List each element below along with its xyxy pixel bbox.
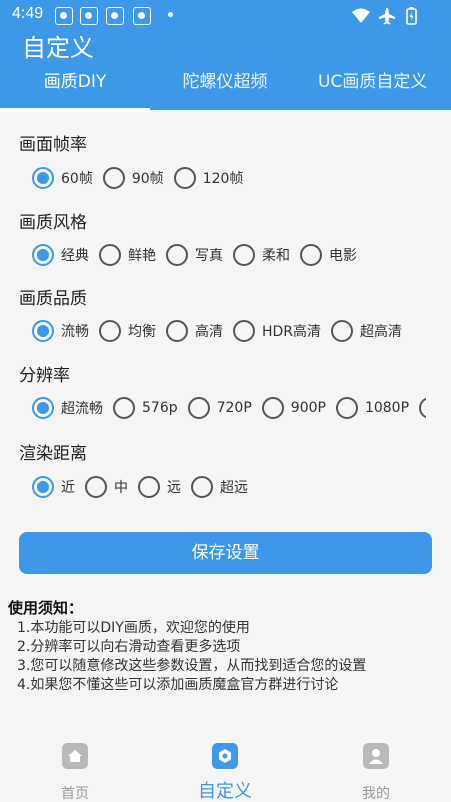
radio-option[interactable]: 中 — [85, 476, 128, 498]
note-line: 2.分辨率可以向右滑动查看更多选项 — [17, 639, 241, 655]
customize-icon — [212, 743, 238, 769]
charging-icon — [409, 12, 414, 22]
radio-option[interactable]: 超远 — [191, 476, 248, 498]
nav-item-home[interactable]: 首页 — [15, 743, 135, 802]
radio-button[interactable] — [32, 397, 54, 419]
nav-item-customize[interactable]: 自定义 — [165, 743, 285, 802]
nav-label-home: 首页 — [61, 786, 89, 802]
radio-option[interactable]: 高清 — [166, 320, 223, 342]
radio-button[interactable] — [335, 397, 358, 419]
radio-option[interactable]: 流畅 — [32, 320, 89, 342]
bottom-navigation: 首页 自定义 我的 — [0, 735, 451, 802]
notification-icon — [80, 7, 98, 25]
radio-button[interactable] — [166, 244, 188, 266]
radio-button[interactable] — [173, 167, 196, 189]
radio-button[interactable] — [99, 320, 121, 342]
radio-option[interactable]: 远 — [138, 476, 181, 498]
radio-button[interactable] — [331, 320, 354, 342]
radio-button[interactable] — [113, 397, 135, 419]
page-title: 自定义 — [22, 34, 94, 62]
radio-group-render-distance: 近 中 远 超远 — [32, 474, 432, 500]
radio-button[interactable] — [419, 397, 426, 419]
app-header: 4:49 自定义 画质DIY 陀螺仪超频 UC画质自定义 — [0, 0, 451, 112]
section-title-quality: 画质品质 — [19, 289, 87, 309]
radio-option[interactable]: 60帧 — [32, 167, 93, 189]
tab-gyroscope-overclock[interactable]: 陀螺仪超频 — [150, 62, 300, 110]
radio-button[interactable] — [300, 244, 322, 266]
note-line: 3.您可以随意修改这些参数设置，从而找到适合您的设置 — [17, 658, 367, 674]
usage-notes: 使用须知： 1.本功能可以DIY画质，欢迎您的使用 2.分辨率可以向右滑动查看更… — [8, 597, 448, 695]
radio-option[interactable]: HDR高清 — [233, 320, 321, 342]
radio-button[interactable] — [85, 476, 107, 498]
radio-button[interactable] — [32, 167, 54, 189]
tab-quality-diy[interactable]: 画质DIY — [0, 62, 150, 110]
radio-option[interactable] — [419, 397, 426, 419]
radio-button[interactable] — [138, 476, 160, 498]
profile-icon — [363, 743, 389, 769]
section-title-resolution: 分辨率 — [19, 366, 70, 386]
radio-option[interactable]: 鲜艳 — [99, 244, 156, 266]
status-bar: 4:49 — [0, 0, 451, 30]
save-settings-button[interactable]: 保存设置 — [19, 532, 432, 574]
section-title-frame-rate: 画面帧率 — [19, 135, 87, 155]
radio-button[interactable] — [99, 244, 121, 266]
section-title-render-distance: 渲染距离 — [19, 444, 87, 464]
radio-option[interactable]: 近 — [32, 476, 75, 498]
radio-group-resolution[interactable]: 超流畅 576p 720P 900P 1080P — [32, 395, 426, 421]
radio-option[interactable]: 720P — [187, 397, 252, 419]
radio-button[interactable] — [102, 167, 125, 189]
radio-option[interactable]: 均衡 — [99, 320, 156, 342]
radio-option[interactable]: 超流畅 — [32, 397, 103, 419]
note-line: 1.本功能可以DIY画质，欢迎您的使用 — [17, 620, 250, 636]
note-line: 4.如果您不懂这些可以添加画质魔盒官方群进行讨论 — [17, 677, 339, 693]
radio-button[interactable] — [261, 397, 284, 419]
notification-icon — [106, 7, 124, 25]
tab-uc-quality-custom[interactable]: UC画质自定义 — [318, 62, 451, 110]
radio-option[interactable]: 1080P — [335, 397, 409, 419]
tab-bar: 画质DIY 陀螺仪超频 UC画质自定义 — [0, 62, 451, 110]
nav-item-profile[interactable]: 我的 — [316, 743, 436, 802]
more-notifications-dot-icon — [168, 12, 173, 17]
radio-option[interactable]: 576p — [113, 397, 178, 419]
nav-label-profile: 我的 — [362, 786, 390, 802]
radio-option[interactable]: 900P — [261, 397, 326, 419]
radio-group-frame-rate: 60帧 90帧 120帧 — [32, 165, 432, 191]
radio-button[interactable] — [166, 320, 188, 342]
radio-button[interactable] — [233, 320, 255, 342]
status-time: 4:49 — [12, 5, 44, 22]
radio-option[interactable]: 超高清 — [331, 320, 402, 342]
status-icons — [352, 7, 417, 25]
radio-option[interactable]: 经典 — [32, 244, 89, 266]
notification-icon — [55, 7, 73, 25]
radio-button[interactable] — [233, 244, 255, 266]
radio-button[interactable] — [32, 320, 54, 342]
radio-group-style: 经典 鲜艳 写真 柔和 电影 — [32, 242, 432, 268]
radio-option[interactable]: 电影 — [300, 244, 357, 266]
notes-title: 使用须知： — [8, 599, 84, 617]
notification-icon — [133, 7, 151, 25]
nav-label-customize: 自定义 — [198, 781, 252, 802]
wifi-icon — [352, 8, 370, 23]
section-title-style: 画质风格 — [19, 213, 87, 233]
radio-button[interactable] — [191, 476, 213, 498]
airplane-mode-icon — [379, 8, 395, 25]
home-icon — [62, 743, 88, 769]
radio-button[interactable] — [32, 476, 54, 498]
radio-option[interactable]: 90帧 — [102, 167, 164, 189]
radio-option[interactable]: 120帧 — [173, 167, 243, 189]
radio-button[interactable] — [32, 244, 54, 266]
radio-option[interactable]: 写真 — [166, 244, 223, 266]
radio-group-quality: 流畅 均衡 高清 HDR高清 超高清 — [32, 318, 432, 344]
radio-option[interactable]: 柔和 — [233, 244, 290, 266]
radio-button[interactable] — [187, 397, 210, 419]
